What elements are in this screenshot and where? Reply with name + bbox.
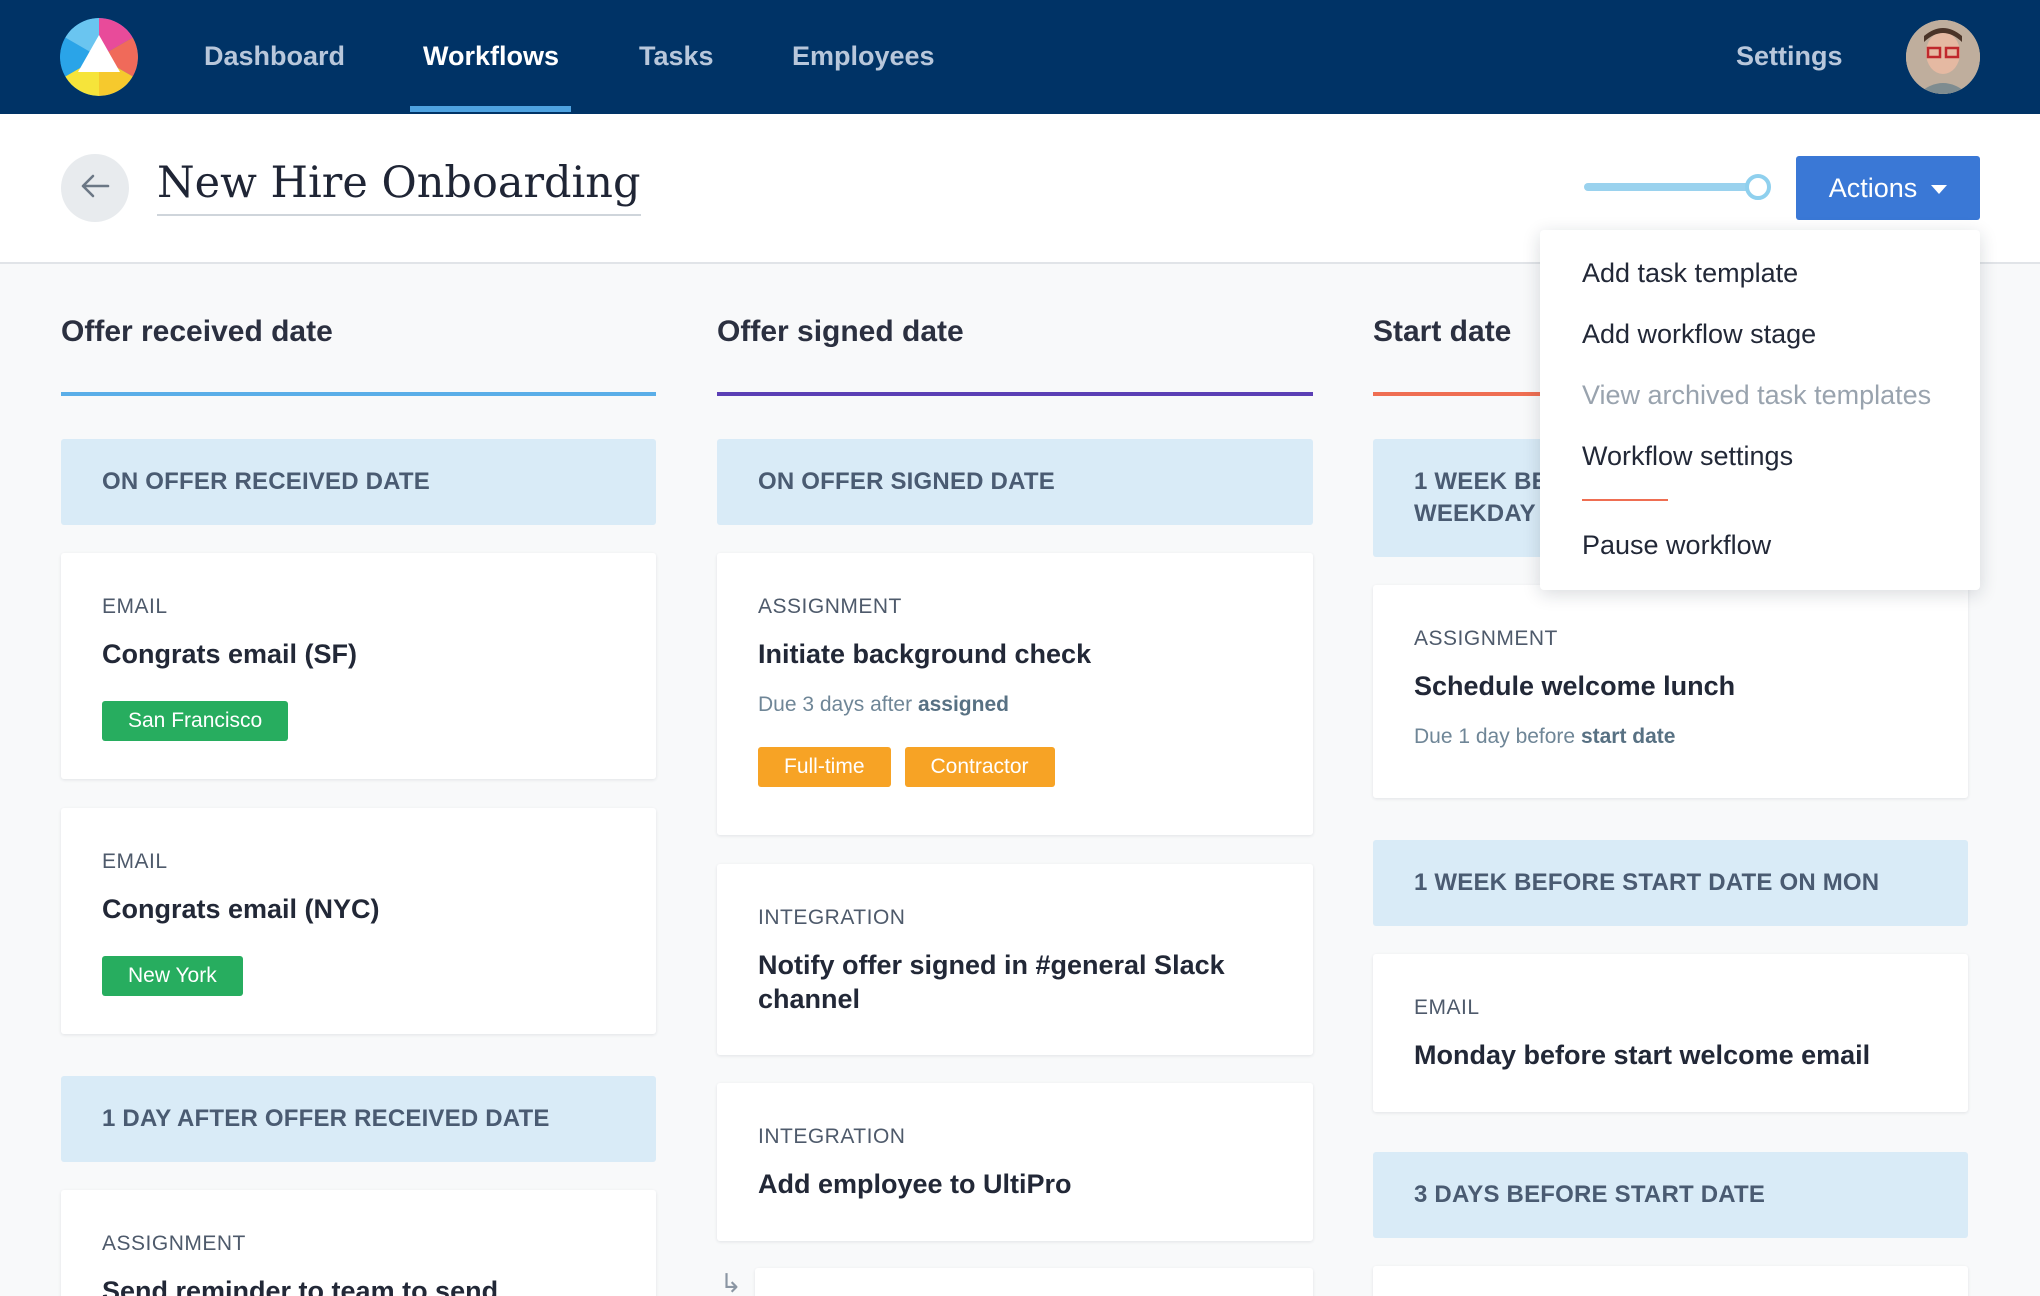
card-due-date: Due 3 days after assigned [758,693,1272,717]
stage-header[interactable]: 3 DAYS BEFORE START DATE [1373,1152,1968,1238]
tag-location: San Francisco [102,701,289,741]
card-title: Add employee to UltiPro [758,1169,1072,1199]
due-prefix: Due 1 day before [1414,725,1576,748]
toggle-track [1584,183,1760,191]
card-type: INTEGRATION [758,906,906,929]
tag-employment: Contractor [904,747,1055,787]
menu-item-add-workflow-stage[interactable]: Add workflow stage [1582,319,1816,350]
card-title: Initiate background check [758,639,1092,669]
task-card[interactable]: EMAIL Congrats email (SF) San Francisco [61,553,656,779]
task-card[interactable]: ASSIGNMENT Initiate background check Due… [717,553,1313,835]
nav-settings[interactable]: Settings [1736,0,1843,114]
nav-workflows[interactable]: Workflows [423,0,559,114]
page-title[interactable]: New Hire Onboarding [157,158,641,216]
menu-item-view-archived: View archived task templates [1582,380,1932,410]
column-divider [61,392,656,396]
logo-icon[interactable] [60,18,138,96]
stage-header[interactable]: 1 DAY AFTER OFFER RECEIVED DATE [61,1076,656,1162]
card-title: Notify offer signed in #general Slack ch… [758,950,1225,1014]
nav-dashboard[interactable]: Dashboard [204,0,345,114]
nav-tasks[interactable]: Tasks [639,0,714,114]
column-title-start-date: Start date [1373,315,1512,348]
task-card[interactable] [1373,1266,1968,1296]
subtask-arrow-icon: ↳ [720,1268,742,1296]
nav-employees[interactable]: Employees [792,0,935,114]
card-type: ASSIGNMENT [1414,627,1558,650]
card-type: ASSIGNMENT [758,595,902,618]
due-reference: assigned [917,693,1009,716]
tag-employment: Full-time [758,747,891,787]
menu-divider [1582,499,1668,501]
menu-item-add-task-template[interactable]: Add task template [1582,258,1798,289]
back-button[interactable] [61,154,129,222]
top-nav: Dashboard Workflows Tasks Employees Sett… [0,0,2040,114]
card-type: EMAIL [102,595,168,618]
nav-active-indicator [410,106,571,112]
stage-header[interactable]: 1 WEEK BEFORE START DATE ON MON [1373,840,1968,926]
card-title: Monday before start welcome email [1414,1040,1871,1070]
tag-location: New York [102,956,243,996]
workflow-toggle[interactable] [1584,174,1771,200]
column-title-offer-received: Offer received date [61,315,333,348]
arrow-left-icon [80,173,110,204]
menu-item-workflow-settings[interactable]: Workflow settings [1582,441,1793,472]
task-card[interactable] [755,1268,1313,1296]
stage-header[interactable]: ON OFFER RECEIVED DATE [61,439,656,525]
task-card[interactable]: EMAIL Monday before start welcome email [1373,954,1968,1112]
task-card[interactable]: ASSIGNMENT Schedule welcome lunch Due 1 … [1373,585,1968,798]
card-title: Send reminder to team to send [102,1276,499,1296]
card-title: Schedule welcome lunch [1414,671,1736,701]
card-title: Congrats email (SF) [102,639,358,669]
stage-header[interactable]: ON OFFER SIGNED DATE [717,439,1313,525]
column-divider [717,392,1313,396]
due-prefix: Due 3 days after [758,693,913,716]
actions-label: Actions [1828,172,1918,203]
card-type: ASSIGNMENT [102,1232,246,1255]
task-card[interactable]: INTEGRATION Notify offer signed in #gene… [717,864,1313,1055]
task-card[interactable]: INTEGRATION Add employee to UltiPro [717,1083,1313,1241]
toggle-knob[interactable] [1745,174,1771,200]
card-type: INTEGRATION [758,1125,906,1148]
due-reference: start date [1580,725,1676,748]
card-due-date: Due 1 day before start date [1414,725,1927,749]
actions-button[interactable]: Actions [1796,156,1980,220]
stage-label: 1 WEEK BE WEEKDAY [1414,468,1548,527]
card-type: EMAIL [102,850,168,873]
user-avatar[interactable] [1906,20,1980,94]
caret-down-icon [1931,185,1948,194]
actions-menu: Add task template Add workflow stage Vie… [1540,230,1980,590]
menu-item-pause-workflow[interactable]: Pause workflow [1582,530,1771,561]
card-type: EMAIL [1414,996,1480,1019]
card-title: Congrats email (NYC) [102,894,380,924]
task-card[interactable]: EMAIL Congrats email (NYC) New York [61,808,656,1034]
task-card[interactable]: ASSIGNMENT Send reminder to team to send [61,1190,656,1296]
column-title-offer-signed: Offer signed date [717,315,964,348]
